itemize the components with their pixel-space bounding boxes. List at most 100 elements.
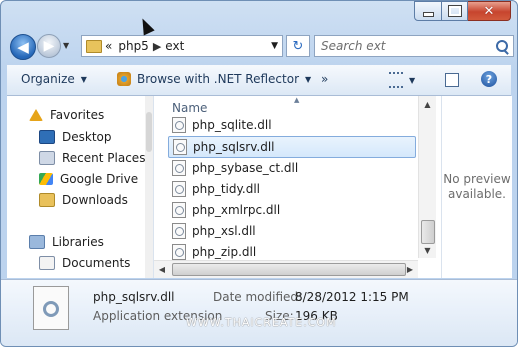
scrollbar-thumb[interactable] [172,263,406,276]
back-arrow-icon: ◀ [17,38,29,56]
file-row[interactable]: php_xmlrpc.dll [168,200,416,220]
file-row[interactable]: php_sqlite.dll [168,115,416,135]
file-name: php_tidy.dll [192,182,260,196]
name-column-header[interactable]: Name [172,101,207,115]
sidebar-item-label: Downloads [62,193,128,207]
file-row[interactable]: php_tidy.dll [168,179,416,199]
star-icon [29,109,43,121]
dll-file-icon [172,181,186,197]
dll-file-icon [172,160,186,176]
watermark-text: WWW.THAICREATE.COM [186,316,337,329]
preview-pane: No preview available. [441,96,512,278]
sidebar-item-label: Google Drive [60,172,139,186]
preview-message: No preview available. [442,172,512,202]
preview-pane-icon[interactable] [445,73,459,87]
organize-button[interactable]: Organize ▼ [21,72,87,86]
sidebar-item-label: Recent Places [62,151,146,165]
date-modified-label: Date modified: [213,290,303,304]
close-icon: ✕ [483,3,495,19]
sidebar-item-documents[interactable]: Documents [39,256,130,270]
google-drive-icon [39,173,53,185]
help-icon[interactable]: ? [481,71,497,87]
maximize-button[interactable] [442,1,468,21]
scrollbar-thumb[interactable] [421,220,435,244]
scrollbar-thumb[interactable] [146,112,152,152]
minimize-button[interactable] [414,1,442,21]
sidebar-item-google-drive[interactable]: Google Drive [39,172,138,186]
details-file-name: php_sqlsrv.dll [93,290,175,304]
forward-arrow-icon: ▶ [43,38,55,54]
breadcrumb-item-php5[interactable]: php5 [118,39,148,53]
sort-ascending-icon: ▲ [294,96,300,104]
scroll-right-icon[interactable]: ▶ [402,261,418,278]
sidebar-item-libraries[interactable]: Libraries [29,235,104,249]
navigation-bar: ◀ ▶ ▼ « ▶ php5 ▶ ext ▼ ↻ [7,32,514,60]
browse-reflector-button[interactable]: Browse with .NET Reflector ▼ [117,72,311,86]
recent-pages-dropdown[interactable]: ▼ [63,41,69,50]
dll-file-icon [173,139,187,155]
sidebar-item-favorites[interactable]: Favorites [29,108,104,122]
desktop-icon [39,130,55,144]
maximize-icon [447,5,462,17]
file-list-pane: ▲ Name php_sqlite.dll php_sqlsrv.dll php… [154,96,440,278]
forward-button[interactable]: ▶ [37,34,61,58]
refresh-icon: ↻ [292,38,304,54]
refresh-button[interactable]: ↻ [286,35,310,57]
scroll-up-icon[interactable]: ▲ [419,96,436,112]
navigation-pane: Favorites Desktop Recent Places Google D… [7,96,154,278]
dll-file-icon [33,286,69,330]
chevron-down-icon: ▼ [305,74,312,84]
file-name: php_xmlrpc.dll [192,203,281,217]
file-row[interactable]: php_sybase_ct.dll [168,158,416,178]
sidebar-item-label: Libraries [52,235,104,249]
dll-file-icon [172,117,186,133]
reflector-icon [117,72,131,86]
documents-icon [39,256,55,270]
scroll-down-icon[interactable]: ▼ [419,242,436,258]
command-bar: Organize ▼ Browse with .NET Reflector ▼ … [7,65,511,96]
file-name: php_zip.dll [192,245,257,259]
address-dropdown[interactable]: ▼ [271,41,278,51]
date-modified-value: 8/28/2012 1:15 PM [295,290,409,304]
change-view-button[interactable]: ▼ [389,72,415,88]
sidebar-item-desktop[interactable]: Desktop [39,130,112,144]
breadcrumb-overflow[interactable]: « [105,39,112,53]
more-commands-button[interactable]: » [321,72,328,86]
horizontal-scrollbar[interactable]: ◀ ▶ [154,260,418,278]
caption-buttons: ✕ [414,1,511,21]
sidebar-item-downloads[interactable]: Downloads [39,193,128,207]
dll-file-icon [172,202,186,218]
file-row[interactable]: php_zip.dll [168,242,416,262]
view-details-icon [389,72,403,88]
dll-file-icon [172,223,186,239]
explorer-window: ✕ ◀ ▶ ▼ « ▶ php5 ▶ ext ▼ ↻ Organize ▼ Br… [0,0,518,347]
minimize-icon [422,11,434,17]
chevron-down-icon: ▼ [409,75,416,85]
browse-reflector-label: Browse with .NET Reflector [137,72,299,86]
folder-icon [86,39,102,53]
scroll-left-icon[interactable]: ◀ [154,261,170,278]
back-button[interactable]: ◀ [10,34,36,60]
file-row[interactable]: php_xsl.dll [168,221,416,241]
address-bar[interactable]: « ▶ php5 ▶ ext ▼ [81,35,283,57]
search-icon[interactable] [496,40,508,52]
search-box [314,35,514,57]
close-button[interactable]: ✕ [468,1,511,21]
sidebar-item-recent-places[interactable]: Recent Places [39,151,145,165]
search-input[interactable] [315,38,493,54]
chevron-down-icon: ▼ [80,74,87,84]
vertical-scrollbar[interactable]: ▲ ▼ [418,96,436,258]
details-pane: php_sqlsrv.dll Application extension Dat… [1,279,517,346]
preview-line-1: No preview [443,172,511,186]
recent-places-icon [39,151,55,165]
libraries-icon [29,235,45,249]
organize-label: Organize [21,72,75,86]
file-name: php_sqlite.dll [192,118,272,132]
sidebar-item-label: Documents [62,256,131,270]
preview-line-2: available. [448,187,506,201]
file-row-selected[interactable]: php_sqlsrv.dll [168,136,416,158]
breadcrumb-item-ext[interactable]: ext [165,39,184,53]
breadcrumb-separator[interactable]: ▶ [153,40,161,53]
navigation-scrollbar[interactable] [145,96,153,278]
sidebar-item-label: Desktop [62,130,112,144]
